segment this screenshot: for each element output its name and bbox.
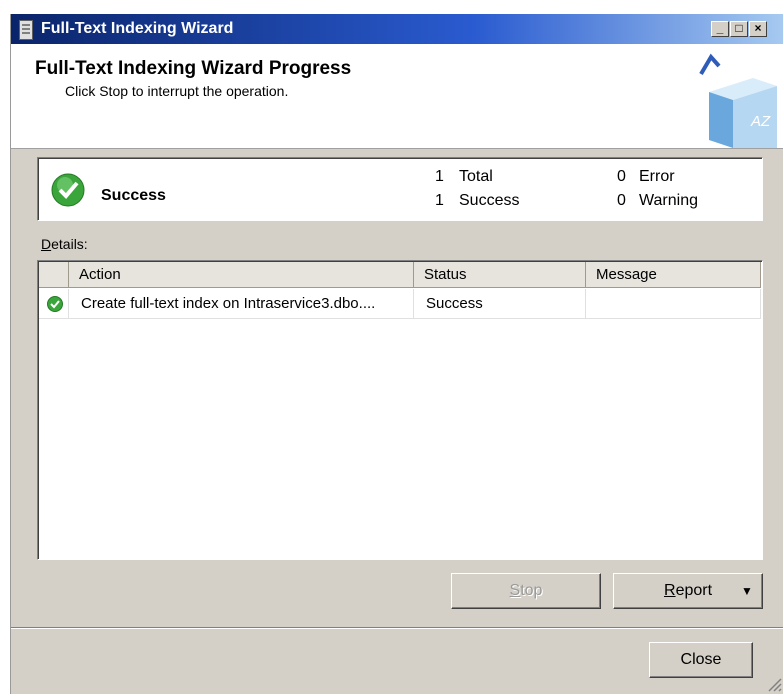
table-row-status[interactable]: Success (414, 289, 586, 319)
report-button[interactable]: Report ▼ (613, 573, 763, 609)
success-label: Success (459, 192, 520, 209)
success-check-icon (51, 173, 85, 207)
table-row-action[interactable]: Create full-text index on Intraservice3.… (69, 289, 414, 319)
details-table[interactable]: Action Status Message Create full-text i… (37, 260, 763, 560)
stop-button[interactable]: Stop (451, 573, 601, 609)
wizard-window: Full-Text Indexing Wizard _ □ × Full-Tex… (10, 14, 783, 694)
success-count: 1 (435, 192, 444, 209)
checkmark-icon (699, 53, 721, 76)
minimize-button[interactable]: _ (711, 21, 729, 37)
column-header-icon[interactable] (39, 262, 69, 288)
table-row-message[interactable] (586, 289, 761, 319)
column-header-status[interactable]: Status (414, 262, 586, 288)
app-icon (19, 20, 33, 40)
close-window-button[interactable]: × (749, 21, 767, 37)
error-label: Error (639, 168, 675, 185)
warning-count: 0 (617, 192, 626, 209)
error-count: 0 (617, 168, 626, 185)
resize-grip-icon[interactable] (766, 676, 782, 692)
row-success-icon (47, 296, 63, 312)
window-title: Full-Text Indexing Wizard (41, 20, 234, 37)
title-bar[interactable]: Full-Text Indexing Wizard _ □ × (11, 14, 783, 44)
report-button-label: Report (664, 582, 713, 599)
book-label: AZ (750, 113, 771, 130)
warning-label: Warning (639, 192, 698, 209)
maximize-button[interactable]: □ (730, 21, 748, 37)
column-header-message[interactable]: Message (586, 262, 761, 288)
status-summary-panel: Success 1 Total 1 Success 0 Error 0 Warn… (37, 157, 763, 221)
table-row-icon-cell[interactable] (39, 289, 69, 319)
status-text: Success (101, 187, 166, 204)
footer-separator (11, 627, 783, 629)
dropdown-arrow-icon[interactable]: ▼ (741, 574, 753, 608)
page-title: Full-Text Indexing Wizard Progress (35, 58, 352, 79)
book-icon: AZ (699, 53, 777, 148)
total-count: 1 (435, 168, 444, 185)
column-header-action[interactable]: Action (69, 262, 414, 288)
details-label: Details: (41, 236, 88, 252)
wizard-header: Full-Text Indexing Wizard Progress Click… (11, 44, 783, 149)
page-subtitle: Click Stop to interrupt the operation. (65, 83, 289, 99)
total-label: Total (459, 168, 493, 185)
close-button[interactable]: Close (649, 642, 753, 678)
